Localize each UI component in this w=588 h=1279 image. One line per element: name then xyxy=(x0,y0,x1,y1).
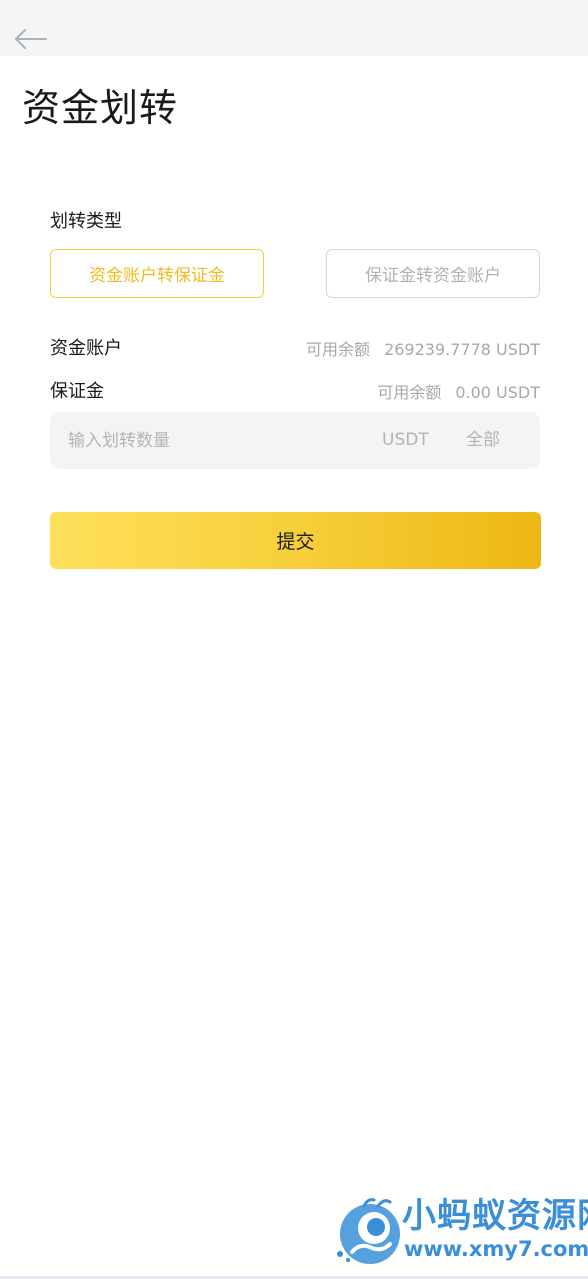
option-margin-to-fund[interactable]: 保证金转资金账户 xyxy=(326,249,540,298)
ant-logo-icon xyxy=(334,1194,404,1268)
watermark-name: 小蚂蚁资源网 xyxy=(402,1196,588,1236)
margin-balance-caption: 可用余额 xyxy=(377,383,442,402)
arrow-left-icon xyxy=(15,29,47,49)
fund-balance-value: 269239.7778 USDT xyxy=(384,340,540,359)
margin-account-balance: 可用余额 0.00 USDT xyxy=(377,381,540,405)
amount-input[interactable] xyxy=(68,412,368,469)
submit-button[interactable]: 提交 xyxy=(50,512,541,569)
back-button[interactable] xyxy=(12,22,52,58)
fund-account-label: 资金账户 xyxy=(50,338,122,359)
transfer-page: 资金划转 划转类型 资金账户转保证金 保证金转资金账户 资金账户 可用余额 269… xyxy=(0,0,588,1279)
transfer-type-label: 划转类型 xyxy=(50,211,122,232)
margin-balance-value: 0.00 USDT xyxy=(455,383,540,402)
watermark-url: www.xmy7.com xyxy=(404,1237,588,1261)
option-fund-to-margin[interactable]: 资金账户转保证金 xyxy=(50,249,264,298)
fund-balance-caption: 可用余额 xyxy=(306,340,371,359)
fund-account-balance: 可用余额 269239.7778 USDT xyxy=(306,338,540,362)
margin-account-label: 保证金 xyxy=(50,381,104,402)
top-bar xyxy=(0,0,588,56)
watermark: 小蚂蚁资源网 www.xmy7.com xyxy=(332,1190,588,1272)
amount-field: USDT 全部 xyxy=(50,412,540,469)
all-button[interactable]: 全部 xyxy=(466,412,500,469)
amount-unit: USDT xyxy=(382,430,429,450)
page-title: 资金划转 xyxy=(22,86,179,130)
